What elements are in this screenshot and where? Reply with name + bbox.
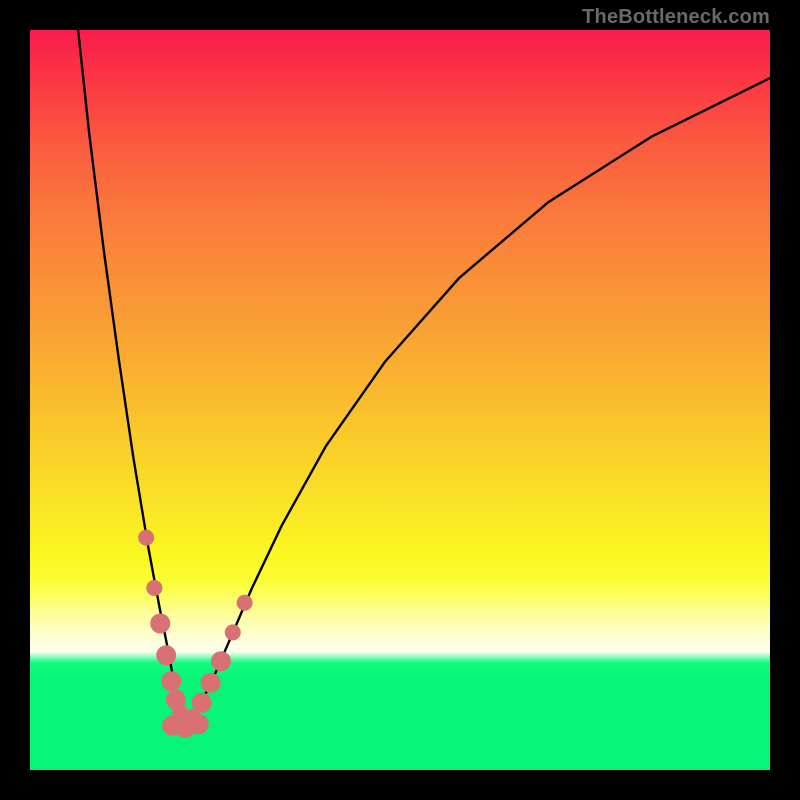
watermark-text: TheBottleneck.com bbox=[582, 6, 770, 29]
chart-frame: TheBottleneck.com bbox=[0, 0, 800, 800]
plot-area bbox=[30, 30, 770, 770]
